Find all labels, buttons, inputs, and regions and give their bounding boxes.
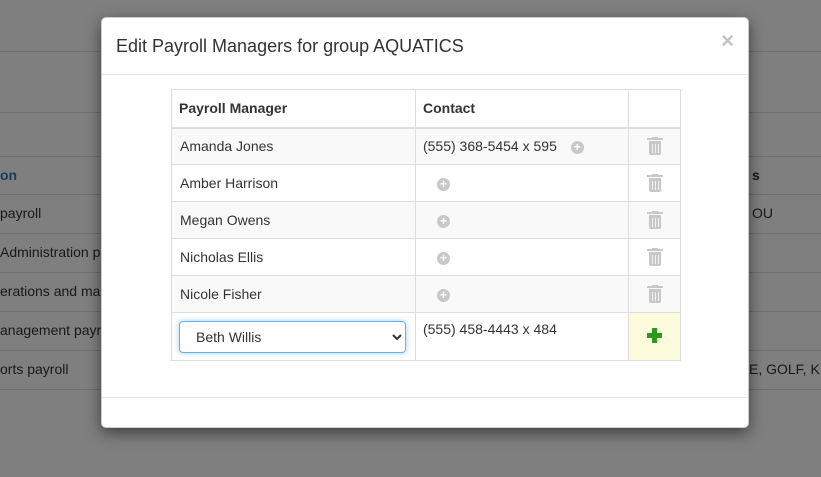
plus-circle-icon[interactable]: +	[436, 214, 450, 228]
modal-header: Edit Payroll Managers for group AQUATICS…	[102, 18, 748, 75]
actions-column-header	[628, 89, 681, 129]
close-icon[interactable]: ×	[721, 30, 734, 52]
table-row: Megan Owens +	[171, 201, 681, 239]
trash-icon[interactable]	[646, 285, 663, 304]
delete-cell	[628, 275, 681, 313]
plus-circle-icon[interactable]: +	[436, 177, 450, 191]
manager-name: Megan Owens	[171, 201, 416, 239]
contact-column-header: Contact	[414, 89, 630, 129]
table-header-row: Payroll Manager Contact	[171, 89, 681, 129]
new-contact-cell: (555) 458-4443 x 484	[414, 312, 630, 361]
contact-cell: +	[414, 201, 630, 239]
manager-name: Nicole Fisher	[171, 275, 416, 313]
manager-select-cell: Beth Willis	[171, 312, 416, 361]
contact-cell: +	[414, 164, 630, 202]
manager-select[interactable]: Beth Willis	[179, 321, 406, 353]
delete-cell	[628, 127, 681, 165]
plus-icon[interactable]	[647, 327, 663, 343]
table-row: Nicholas Ellis +	[171, 238, 681, 276]
plus-circle-icon[interactable]: +	[436, 251, 450, 265]
payroll-managers-table: Payroll Manager Contact Amanda Jones (55…	[171, 89, 681, 361]
contact-cell: (555) 368-5454 x 595 +	[414, 127, 630, 165]
trash-icon[interactable]	[646, 174, 663, 193]
trash-icon[interactable]	[646, 211, 663, 230]
new-manager-row: Beth Willis (555) 458-4443 x 484	[171, 312, 681, 361]
plus-circle-icon[interactable]: +	[436, 288, 450, 302]
add-cell	[628, 312, 681, 361]
table-row: Amber Harrison +	[171, 164, 681, 202]
new-contact-value: (555) 458-4443 x 484	[422, 321, 557, 337]
contact-cell: +	[414, 238, 630, 276]
edit-payroll-managers-modal: Edit Payroll Managers for group AQUATICS…	[101, 17, 749, 428]
contact-cell: +	[414, 275, 630, 313]
table-row: Nicole Fisher +	[171, 275, 681, 313]
modal-footer	[102, 397, 748, 398]
modal-title: Edit Payroll Managers for group AQUATICS	[116, 36, 464, 56]
delete-cell	[628, 201, 681, 239]
manager-name: Nicholas Ellis	[171, 238, 416, 276]
trash-icon[interactable]	[646, 137, 663, 156]
trash-icon[interactable]	[646, 248, 663, 267]
manager-name: Amanda Jones	[171, 127, 416, 165]
plus-circle-icon[interactable]: +	[570, 141, 584, 155]
payroll-manager-column-header: Payroll Manager	[171, 89, 416, 129]
delete-cell	[628, 238, 681, 276]
contact-value: (555) 368-5454 x 595	[422, 138, 557, 155]
table-row: Amanda Jones (555) 368-5454 x 595 +	[171, 127, 681, 165]
delete-cell	[628, 164, 681, 202]
manager-name: Amber Harrison	[171, 164, 416, 202]
